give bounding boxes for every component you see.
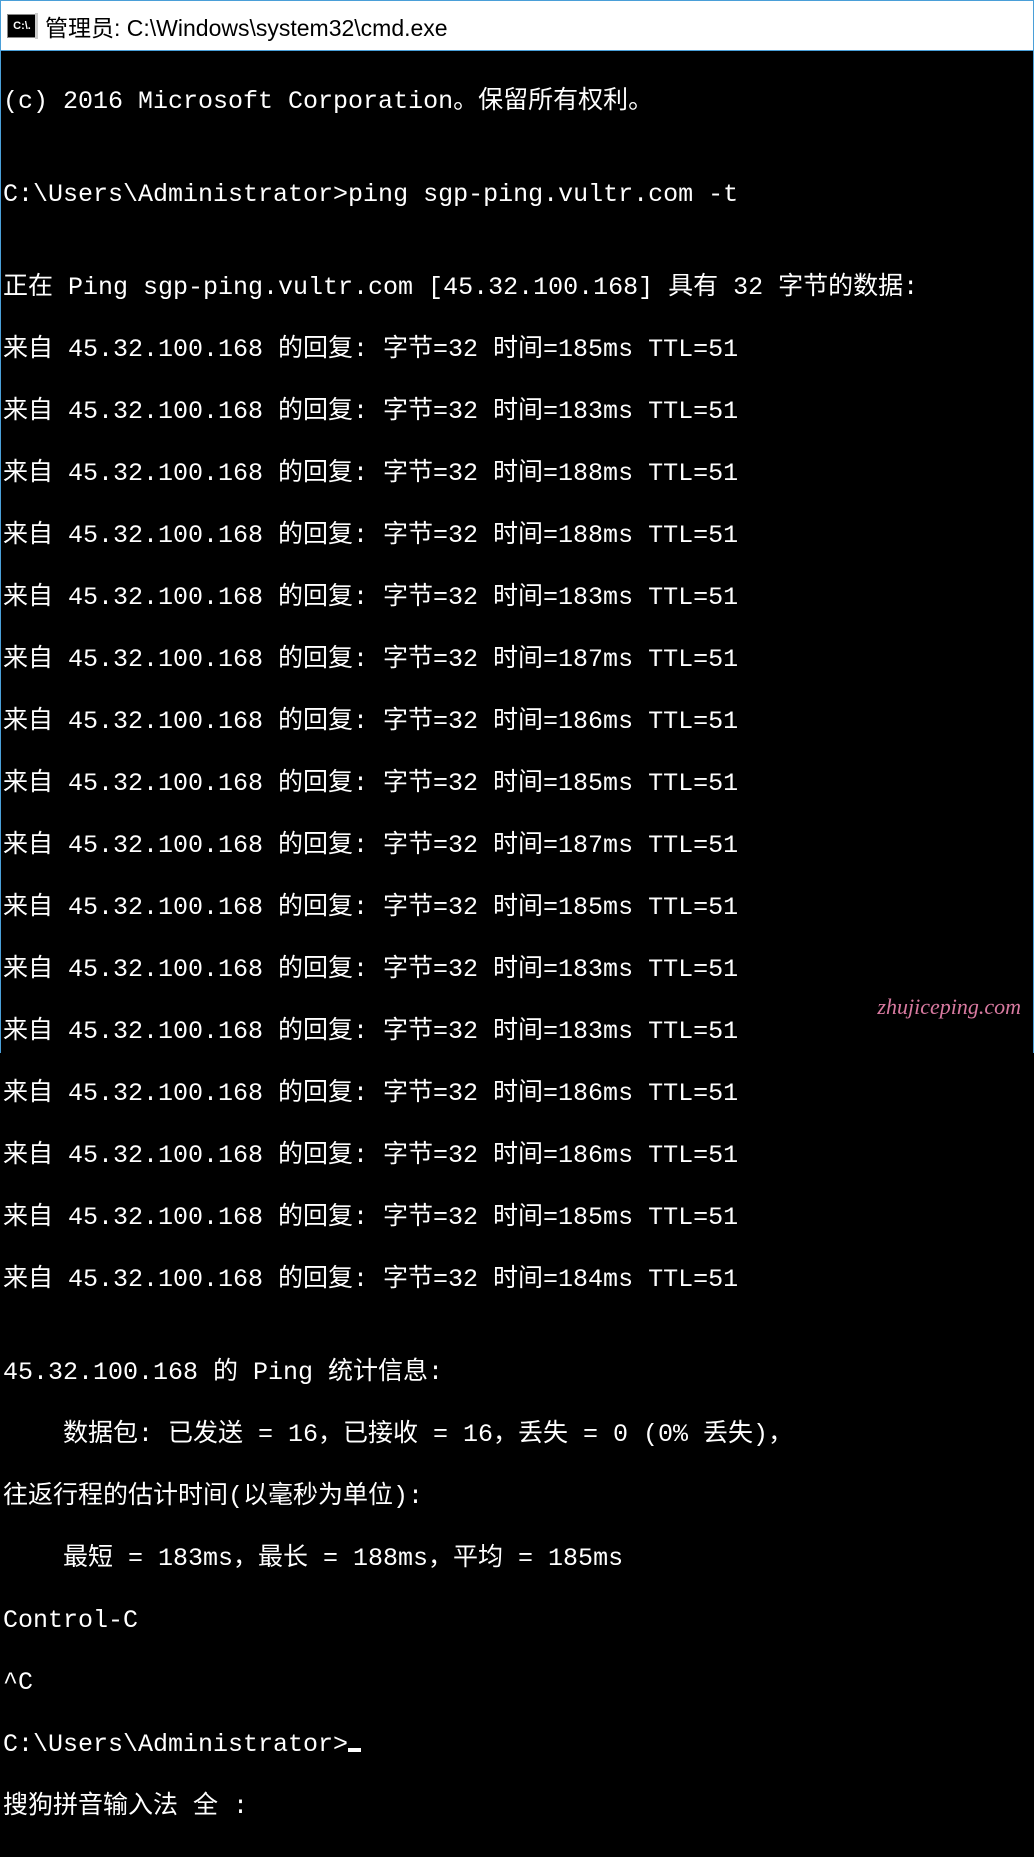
ping-header-line: 正在 Ping sgp-ping.vultr.com [45.32.100.16… <box>3 272 1031 303</box>
control-c-line: Control-C <box>3 1605 1031 1636</box>
ping-reply-line: 来自 45.32.100.168 的回复: 字节=32 时间=186ms TTL… <box>3 706 1031 737</box>
terminal-output[interactable]: (c) 2016 Microsoft Corporation。保留所有权利。 C… <box>1 51 1033 1857</box>
ping-reply-line: 来自 45.32.100.168 的回复: 字节=32 时间=185ms TTL… <box>3 768 1031 799</box>
ping-reply-line: 来自 45.32.100.168 的回复: 字节=32 时间=187ms TTL… <box>3 644 1031 675</box>
ping-reply-line: 来自 45.32.100.168 的回复: 字节=32 时间=188ms TTL… <box>3 520 1031 551</box>
stats-rtt-line: 最短 = 183ms，最长 = 188ms，平均 = 185ms <box>3 1543 1031 1574</box>
caret-c-line: ^C <box>3 1667 1031 1698</box>
ping-reply-line: 来自 45.32.100.168 的回复: 字节=32 时间=184ms TTL… <box>3 1264 1031 1295</box>
ping-reply-line: 来自 45.32.100.168 的回复: 字节=32 时间=183ms TTL… <box>3 954 1031 985</box>
ping-reply-line: 来自 45.32.100.168 的回复: 字节=32 时间=188ms TTL… <box>3 458 1031 489</box>
ping-reply-line: 来自 45.32.100.168 的回复: 字节=32 时间=185ms TTL… <box>3 1202 1031 1233</box>
ping-reply-line: 来自 45.32.100.168 的回复: 字节=32 时间=183ms TTL… <box>3 1016 1031 1047</box>
command-prompt-line[interactable]: C:\Users\Administrator> <box>3 1729 1031 1760</box>
copyright-line: (c) 2016 Microsoft Corporation。保留所有权利。 <box>3 86 1031 117</box>
ping-reply-line: 来自 45.32.100.168 的回复: 字节=32 时间=186ms TTL… <box>3 1078 1031 1109</box>
ping-reply-line: 来自 45.32.100.168 的回复: 字节=32 时间=186ms TTL… <box>3 1140 1031 1171</box>
stats-header-line: 45.32.100.168 的 Ping 统计信息: <box>3 1357 1031 1388</box>
cursor <box>348 1748 361 1752</box>
prompt-text: C:\Users\Administrator> <box>3 1730 348 1759</box>
window-titlebar[interactable]: C:\. 管理员: C:\Windows\system32\cmd.exe <box>1 1 1033 51</box>
ping-reply-line: 来自 45.32.100.168 的回复: 字节=32 时间=185ms TTL… <box>3 334 1031 365</box>
ime-status-line: 搜狗拼音输入法 全 : <box>3 1791 1031 1822</box>
ping-reply-line: 来自 45.32.100.168 的回复: 字节=32 时间=187ms TTL… <box>3 830 1031 861</box>
stats-rtt-header-line: 往返行程的估计时间(以毫秒为单位): <box>3 1481 1031 1512</box>
watermark: zhujiceping.com <box>877 994 1021 1020</box>
ping-reply-line: 来自 45.32.100.168 的回复: 字节=32 时间=183ms TTL… <box>3 396 1031 427</box>
stats-packets-line: 数据包: 已发送 = 16，已接收 = 16，丢失 = 0 (0% 丢失)， <box>3 1419 1031 1450</box>
cmd-icon: C:\. <box>7 14 37 38</box>
ping-reply-line: 来自 45.32.100.168 的回复: 字节=32 时间=183ms TTL… <box>3 582 1031 613</box>
window-title: 管理员: C:\Windows\system32\cmd.exe <box>45 9 448 43</box>
command-prompt-line: C:\Users\Administrator>ping sgp-ping.vul… <box>3 179 1031 210</box>
ping-reply-line: 来自 45.32.100.168 的回复: 字节=32 时间=185ms TTL… <box>3 892 1031 923</box>
